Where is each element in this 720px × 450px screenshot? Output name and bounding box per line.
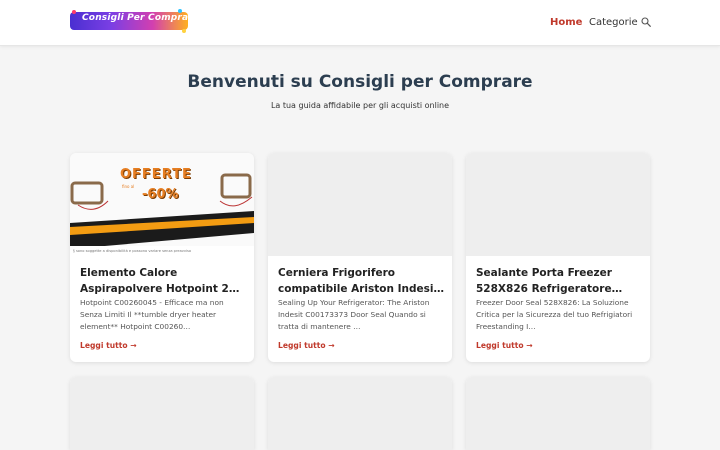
- excerpt-line: Freestanding I…: [476, 322, 536, 331]
- article-image-placeholder[interactable]: [70, 377, 254, 450]
- article-excerpt: Sealing Up Your Refrigerator: The Aristo…: [278, 297, 444, 333]
- site-logo[interactable]: Consigli Per Comprare: [70, 9, 199, 34]
- article-image-placeholder[interactable]: [268, 153, 452, 256]
- article-card[interactable]: [70, 377, 254, 450]
- logo-sparkle: [178, 9, 182, 13]
- article-excerpt: Freezer Door Seal 528X826: La Soluzione …: [476, 297, 642, 333]
- logo-text: Consigli Per Comprare: [82, 13, 200, 23]
- excerpt-line: Hotpoint C00260045 - Efficace ma non: [80, 298, 224, 307]
- nav-home-link[interactable]: Home: [550, 17, 582, 28]
- promo-headline: OFFERTE: [120, 167, 192, 182]
- article-excerpt: Hotpoint C00260045 - Efficace ma non Sen…: [80, 297, 246, 333]
- article-card[interactable]: Cerniera Frigorifero compatibile Ariston…: [268, 153, 452, 362]
- logo-sparkle: [182, 29, 186, 33]
- read-more-link[interactable]: Leggi tutto →: [278, 341, 335, 350]
- article-title-line: Elemento Calore: [80, 267, 178, 279]
- article-card[interactable]: Sealante Porta Freezer 528X826 Refrigera…: [466, 153, 650, 362]
- read-more-link[interactable]: Leggi tutto →: [476, 341, 533, 350]
- article-image[interactable]: OFFERTE fino al -60% § sono soggette a d…: [70, 153, 254, 256]
- article-title[interactable]: Elemento Calore Aspirapolvere Hotpoint 2…: [80, 265, 246, 297]
- excerpt-line: Senza Limiti Il **tumble dryer heater: [80, 310, 217, 319]
- page-subtitle: La tua guida affidabile per gli acquisti…: [270, 101, 450, 110]
- article-title[interactable]: Cerniera Frigorifero compatibile Ariston…: [278, 265, 444, 297]
- article-image-placeholder[interactable]: [466, 377, 650, 450]
- article-card[interactable]: [268, 377, 452, 450]
- excerpt-line: tratta di mantenere …: [278, 322, 361, 331]
- promo-footnote: § sono soggette a disponibilità e posson…: [70, 246, 254, 256]
- article-image-placeholder[interactable]: [268, 377, 452, 450]
- article-title-line: 528X826 Refrigeratore…: [476, 283, 623, 295]
- article-image-placeholder[interactable]: [466, 153, 650, 256]
- promo-percent: -60%: [142, 187, 179, 202]
- article-title-line: compatibile Ariston Indesit…: [278, 283, 444, 295]
- read-more-link[interactable]: Leggi tutto →: [80, 341, 137, 350]
- excerpt-line: element** Hotpoint C00260…: [80, 322, 191, 331]
- article-title-line: Cerniera Frigorifero: [278, 267, 395, 279]
- search-icon[interactable]: [641, 17, 651, 27]
- promo-fino: fino al: [122, 184, 135, 189]
- excerpt-line: Indesit C00173373 Door Seal Quando si: [278, 310, 426, 319]
- article-title-line: Sealante Porta Freezer: [476, 267, 612, 279]
- excerpt-line: Freezer Door Seal 528X826: La Soluzione: [476, 298, 629, 307]
- page-title: Benvenuti su Consigli per Comprare: [187, 72, 533, 92]
- excerpt-line: Critica per la Sicurezza del tuo Refrigi…: [476, 310, 633, 319]
- article-card[interactable]: [466, 377, 650, 450]
- nav-categories-link[interactable]: Categorie: [589, 17, 638, 28]
- article-title-line: Aspirapolvere Hotpoint 230…: [80, 283, 246, 295]
- article-title[interactable]: Sealante Porta Freezer 528X826 Refrigera…: [476, 265, 642, 297]
- article-card[interactable]: OFFERTE fino al -60% § sono soggette a d…: [70, 153, 254, 362]
- site-header: Consigli Per Comprare Home Categorie: [0, 0, 720, 46]
- excerpt-line: Sealing Up Your Refrigerator: The Aristo…: [278, 298, 430, 307]
- logo-sparkle: [72, 10, 76, 14]
